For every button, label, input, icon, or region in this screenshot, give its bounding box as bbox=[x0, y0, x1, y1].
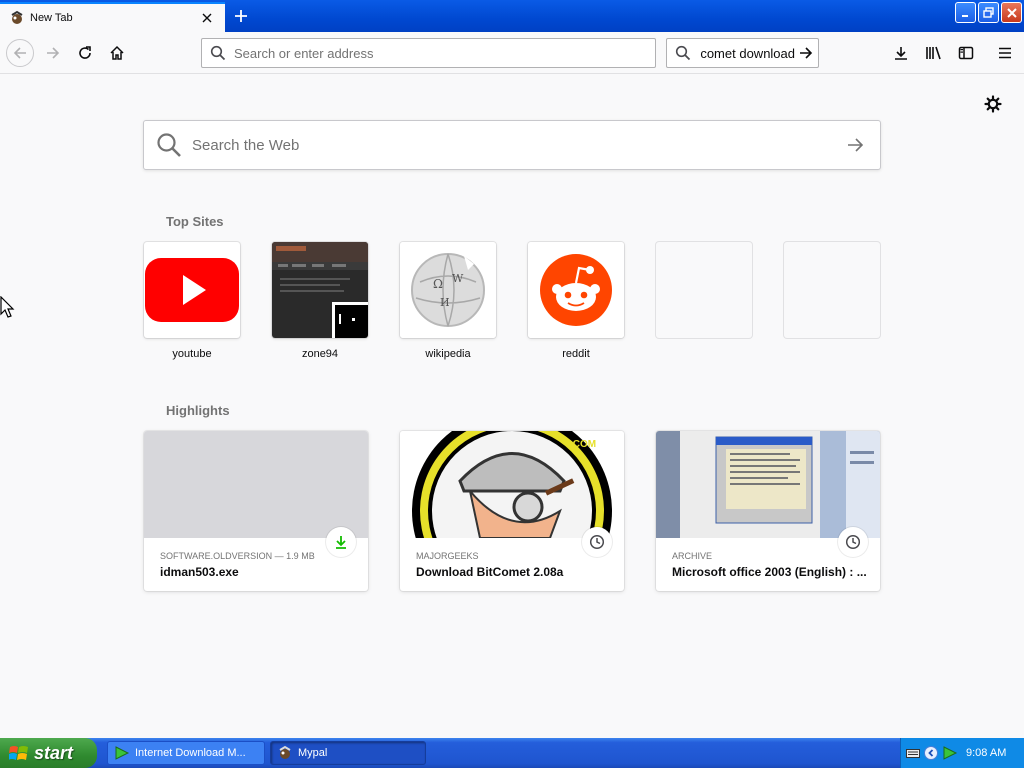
search-icon bbox=[675, 45, 691, 61]
search-icon bbox=[210, 45, 226, 61]
taskbar: start Internet Download M... Mypal 9:08 … bbox=[0, 738, 1024, 768]
navigation-toolbar bbox=[0, 32, 1024, 74]
highlight-card[interactable]: ARCHIVE Microsoft office 2003 (English) … bbox=[656, 431, 880, 591]
gear-icon[interactable] bbox=[983, 94, 1003, 114]
idm-icon bbox=[114, 745, 130, 761]
youtube-logo-icon bbox=[144, 258, 240, 338]
highlight-card[interactable]: .COM MAJORGEEKS Download BitComet 2.08a bbox=[400, 431, 624, 591]
download-icon bbox=[326, 527, 356, 557]
card-title: idman503.exe bbox=[160, 565, 239, 579]
top-site-label: wikipedia bbox=[425, 348, 471, 360]
downloads-button[interactable] bbox=[887, 39, 915, 67]
svg-text:W: W bbox=[452, 272, 464, 285]
minimize-button[interactable] bbox=[955, 2, 976, 23]
close-tab-icon[interactable] bbox=[199, 10, 215, 26]
mypal-icon bbox=[277, 745, 293, 761]
url-bar[interactable] bbox=[201, 38, 656, 68]
idm-tray-icon[interactable] bbox=[942, 745, 958, 761]
mouse-cursor-icon bbox=[0, 295, 16, 325]
menu-button[interactable] bbox=[991, 39, 1019, 67]
clock-icon bbox=[582, 527, 612, 557]
home-button[interactable] bbox=[103, 39, 131, 67]
search-icon bbox=[156, 132, 182, 158]
top-site-label: youtube bbox=[172, 348, 212, 360]
wikipedia-logo-icon: Ω W И bbox=[400, 242, 496, 338]
top-site-empty-slot[interactable] bbox=[784, 242, 880, 338]
top-site-zone94[interactable] bbox=[272, 242, 368, 338]
system-tray: 9:08 AM bbox=[900, 738, 1024, 768]
highlights-title: Highlights bbox=[166, 403, 230, 418]
restore-button[interactable] bbox=[978, 2, 999, 23]
top-site-empty-slot[interactable] bbox=[656, 242, 752, 338]
start-button[interactable]: start bbox=[0, 738, 97, 768]
taskbar-item-label: Internet Download M... bbox=[135, 747, 246, 759]
mypal-icon bbox=[9, 10, 25, 26]
card-title: Microsoft office 2003 (English) : ... bbox=[672, 565, 867, 579]
top-sites-title: Top Sites bbox=[166, 214, 224, 229]
title-bar: New Tab bbox=[0, 0, 1024, 32]
start-label: start bbox=[34, 742, 74, 763]
top-site-wikipedia[interactable]: Ω W И bbox=[400, 242, 496, 338]
windows-logo-icon bbox=[9, 744, 29, 762]
taskbar-item-label: Mypal bbox=[298, 747, 328, 759]
top-site-youtube[interactable] bbox=[144, 242, 240, 338]
close-window-button[interactable] bbox=[1001, 2, 1022, 23]
card-context: SOFTWARE.OLDVERSION — 1.9 MB bbox=[160, 551, 315, 561]
forward-button[interactable] bbox=[39, 39, 67, 67]
svg-text:И: И bbox=[440, 296, 450, 309]
taskbar-item-mypal[interactable]: Mypal bbox=[270, 741, 426, 765]
highlight-card[interactable]: SOFTWARE.OLDVERSION — 1.9 MB idman503.ex… bbox=[144, 431, 368, 591]
new-tab-button[interactable] bbox=[229, 5, 253, 27]
card-context: ARCHIVE bbox=[672, 551, 713, 561]
library-button[interactable] bbox=[920, 39, 948, 67]
card-title: Download BitComet 2.08a bbox=[416, 565, 564, 579]
search-bar[interactable] bbox=[666, 38, 819, 68]
card-context: MAJORGEEKS bbox=[416, 551, 479, 561]
sidebar-button[interactable] bbox=[952, 39, 980, 67]
clock-icon bbox=[838, 527, 868, 557]
top-site-reddit[interactable] bbox=[528, 242, 624, 338]
web-search-input[interactable] bbox=[192, 136, 832, 154]
back-button[interactable] bbox=[6, 39, 34, 67]
arrow-right-icon[interactable] bbox=[846, 136, 864, 154]
taskbar-item-idm[interactable]: Internet Download M... bbox=[107, 741, 265, 765]
search-input[interactable] bbox=[695, 45, 795, 61]
tab-title: New Tab bbox=[30, 12, 73, 24]
svg-text:Ω: Ω bbox=[433, 277, 443, 291]
clock: 9:08 AM bbox=[966, 747, 1007, 759]
card-thumbnail: .COM bbox=[400, 431, 624, 538]
website-thumbnail bbox=[272, 242, 368, 338]
card-thumbnail bbox=[656, 431, 880, 538]
top-site-label: zone94 bbox=[301, 348, 339, 360]
tab-new-tab[interactable]: New Tab bbox=[0, 2, 225, 32]
keyboard-icon[interactable] bbox=[906, 747, 920, 759]
card-thumbnail bbox=[144, 431, 368, 538]
url-input[interactable] bbox=[234, 45, 634, 61]
show-hidden-icons-button[interactable] bbox=[924, 746, 938, 760]
svg-text:.COM: .COM bbox=[570, 439, 596, 450]
reload-button[interactable] bbox=[71, 39, 99, 67]
arrow-right-icon[interactable] bbox=[798, 45, 814, 61]
top-site-label: reddit bbox=[562, 348, 590, 360]
reddit-logo-icon bbox=[528, 242, 624, 338]
web-search-box[interactable] bbox=[143, 120, 881, 170]
